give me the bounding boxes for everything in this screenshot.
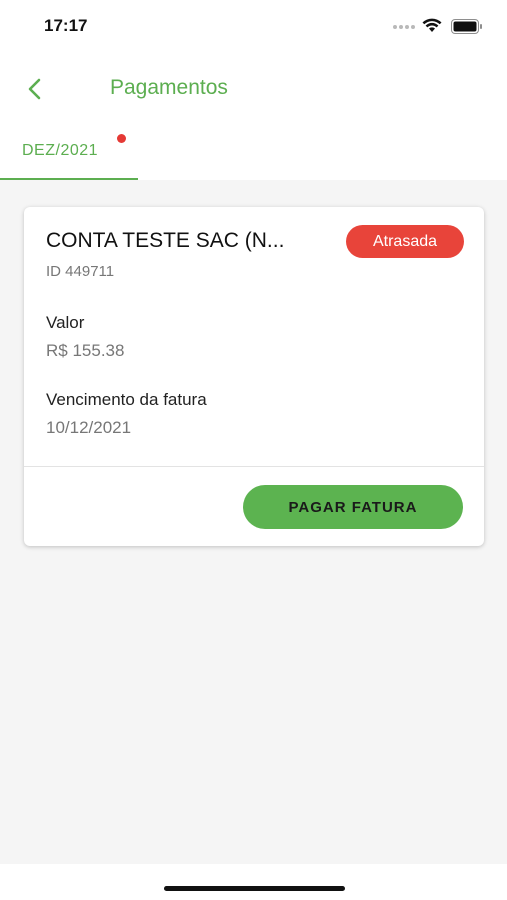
active-tab-indicator — [0, 178, 138, 180]
status-time: 17:17 — [44, 16, 88, 35]
battery-icon — [451, 19, 482, 34]
month-tabs: DEZ/2021 — [0, 128, 507, 180]
wifi-icon — [422, 18, 442, 32]
tab-dez-2021[interactable]: DEZ/2021 — [0, 128, 138, 180]
card-divider — [24, 466, 484, 467]
account-id: ID 449711 — [46, 263, 115, 280]
account-name: CONTA TESTE SAC (N... — [46, 229, 285, 252]
home-indicator[interactable] — [164, 886, 345, 891]
value-label: Valor — [46, 313, 85, 332]
value-amount: R$ 155.38 — [46, 341, 125, 360]
bottom-bar — [0, 864, 507, 900]
due-date-value: 10/12/2021 — [46, 418, 132, 437]
back-button[interactable] — [20, 74, 50, 104]
app-header: Pagamentos — [0, 50, 507, 128]
status-bar: 17:17 — [0, 0, 507, 50]
chevron-left-icon — [28, 78, 41, 100]
invoice-card: CONTA TESTE SAC (N... Atrasada ID 449711… — [24, 207, 484, 546]
status-badge: Atrasada — [346, 225, 464, 258]
signal-dots-icon — [393, 25, 415, 31]
payments-screen: 17:17 Pagamentos DEZ/2021 CONTA TESTE SA… — [0, 0, 507, 900]
tab-label: DEZ/2021 — [22, 142, 99, 159]
due-date-label: Vencimento da fatura — [46, 390, 207, 409]
notification-dot — [117, 134, 126, 143]
pay-invoice-button[interactable]: PAGAR FATURA — [243, 485, 463, 529]
page-title: Pagamentos — [110, 76, 228, 99]
